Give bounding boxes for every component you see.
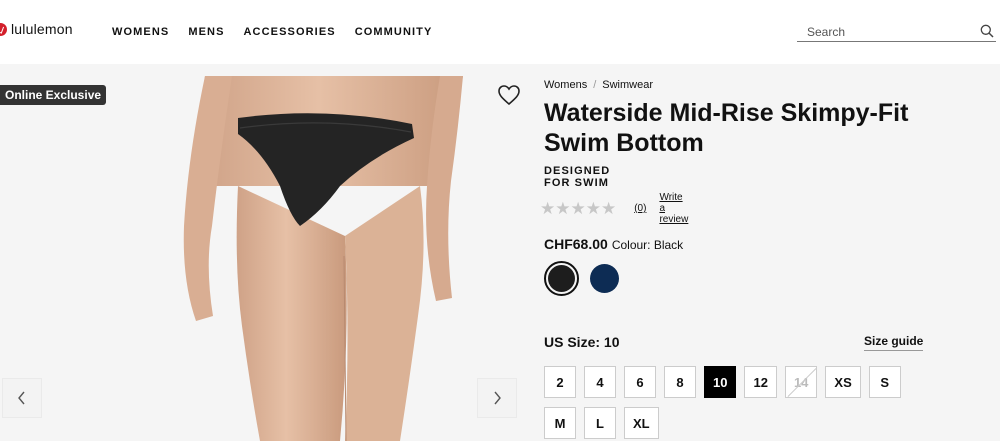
chevron-left-icon xyxy=(18,391,25,405)
lululemon-logo-icon xyxy=(0,22,7,36)
size-option[interactable]: 12 xyxy=(744,366,777,398)
chevron-right-icon xyxy=(494,391,501,405)
nav-mens[interactable]: MENS xyxy=(188,26,224,38)
product-title: Waterside Mid-Rise Skimpy-Fit Swim Botto… xyxy=(544,99,909,157)
size-option[interactable]: 4 xyxy=(584,366,616,398)
search-bar xyxy=(797,22,996,42)
main-nav: WOMENS MENS ACCESSORIES COMMUNITY xyxy=(112,26,432,38)
size-option[interactable]: 2 xyxy=(544,366,576,398)
colour-swatches xyxy=(544,261,622,296)
price-row: CHF68.00 Colour: Black xyxy=(544,236,683,252)
size-option[interactable]: M xyxy=(544,407,576,439)
star-rating-icon: ★★★★★ xyxy=(540,198,617,218)
gallery-next-button[interactable] xyxy=(477,378,517,418)
size-option[interactable]: XL xyxy=(624,407,659,439)
swatch-navy-color xyxy=(590,264,619,293)
brand-name: lululemon xyxy=(11,21,73,37)
size-option-selected[interactable]: 10 xyxy=(704,366,737,398)
search-icon[interactable] xyxy=(980,24,994,38)
gallery-prev-button[interactable] xyxy=(2,378,42,418)
size-selector: 2 4 6 8 10 12 14 XS S M L XL xyxy=(544,366,916,439)
breadcrumb-swimwear[interactable]: Swimwear xyxy=(602,79,653,91)
swatch-black[interactable] xyxy=(544,261,579,296)
product-photo xyxy=(0,76,530,441)
product-page: Online Exclusive Womens / Swimwear Water… xyxy=(0,64,1000,441)
breadcrumb-womens[interactable]: Womens xyxy=(544,79,587,91)
size-guide-link[interactable]: Size guide xyxy=(864,334,924,351)
size-label: US Size: 10 xyxy=(544,334,620,350)
site-header: lululemon WOMENS MENS ACCESSORIES COMMUN… xyxy=(0,0,1000,64)
write-review-link[interactable]: Write a review xyxy=(659,192,688,225)
size-option-unavailable[interactable]: 14 xyxy=(784,366,818,398)
nav-accessories[interactable]: ACCESSORIES xyxy=(244,26,336,38)
online-exclusive-badge: Online Exclusive xyxy=(0,85,107,105)
rating: ★★★★★ (0) Write a review xyxy=(540,192,688,225)
brand-logo[interactable]: lululemon xyxy=(0,21,73,37)
size-option[interactable]: L xyxy=(584,407,616,439)
nav-womens[interactable]: WOMENS xyxy=(112,26,169,38)
colour-label: Colour: Black xyxy=(611,238,684,252)
price: CHF68.00 xyxy=(544,236,608,252)
size-option[interactable]: XS xyxy=(825,366,861,398)
size-option[interactable]: S xyxy=(868,366,901,398)
size-option[interactable]: 6 xyxy=(624,366,656,398)
nav-community[interactable]: COMMUNITY xyxy=(355,26,433,38)
breadcrumb-separator: / xyxy=(593,79,597,91)
swatch-black-color xyxy=(548,265,575,292)
search-input[interactable] xyxy=(797,22,967,39)
product-gallery: Online Exclusive xyxy=(0,76,530,441)
product-subtitle: DESIGNED FOR SWIM xyxy=(544,165,611,189)
swatch-navy[interactable] xyxy=(587,261,622,296)
review-count[interactable]: (0) xyxy=(634,203,646,214)
size-option[interactable]: 8 xyxy=(664,366,696,398)
heart-icon[interactable] xyxy=(497,84,521,106)
breadcrumb: Womens / Swimwear xyxy=(544,79,653,91)
